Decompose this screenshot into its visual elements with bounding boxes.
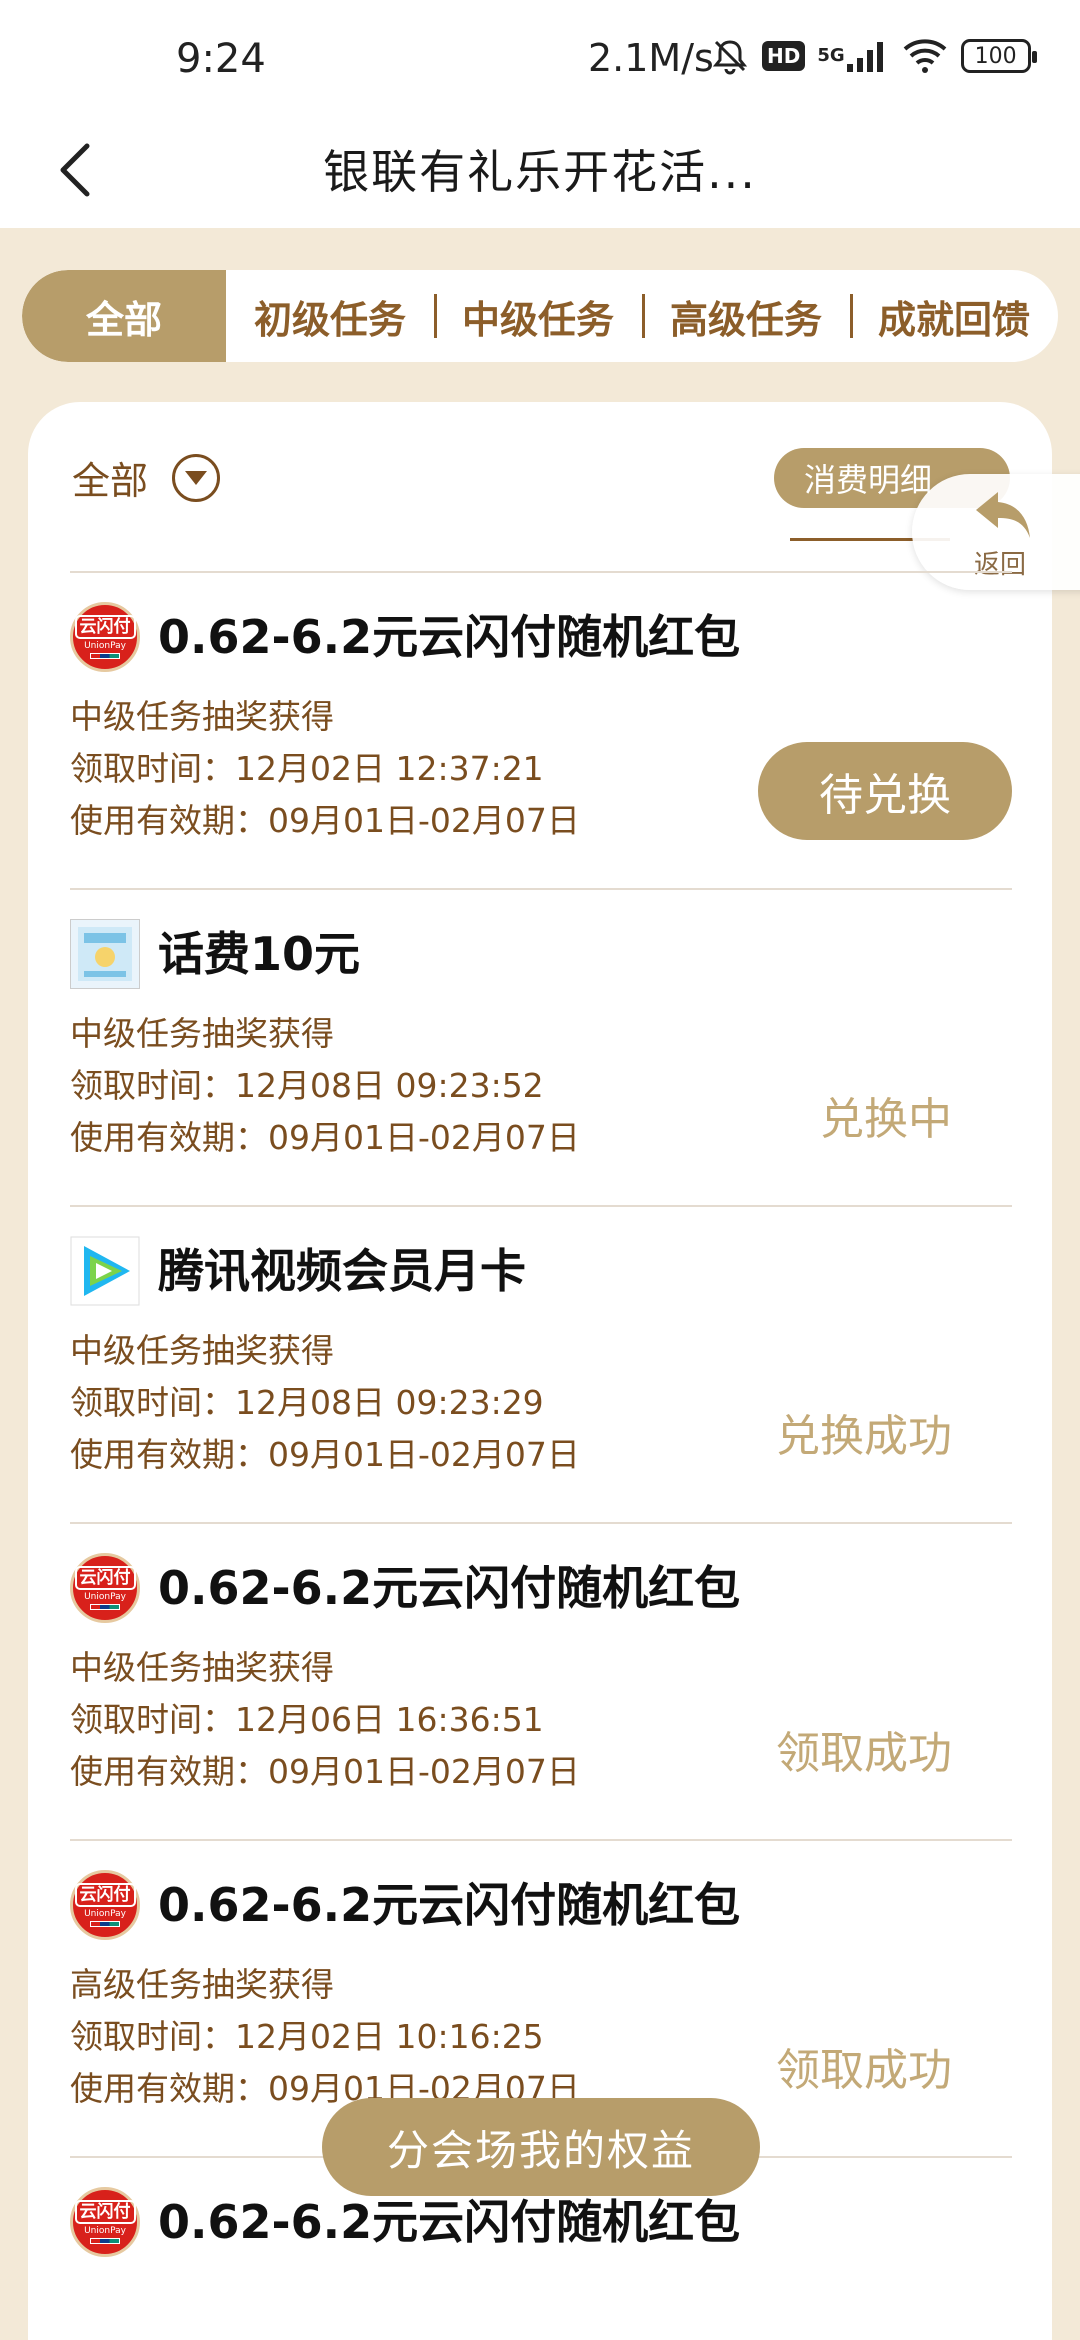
signal-type: 5G — [817, 45, 845, 66]
list-item[interactable]: 云闪付 UnionPay 0.62-6.2元云闪付随机红包 中级任务抽奖获得 领… — [70, 572, 1012, 888]
dropdown-arrow-icon — [172, 453, 221, 502]
filter-label: 全部 — [72, 459, 149, 503]
list-item[interactable]: 腾讯视频会员月卡 中级任务抽奖获得 领取时间：12月08日 09:23:29 使… — [70, 1206, 1012, 1522]
item-source: 中级任务抽奖获得 — [70, 1331, 334, 1370]
item-claim-time: 领取时间：12月08日 09:23:29 — [70, 1383, 544, 1422]
status-time: 9:24 — [176, 36, 266, 82]
item-status: 领取成功 — [776, 2045, 952, 2096]
unionpay-icon: 云闪付 UnionPay — [70, 2187, 140, 2257]
item-claim-time: 领取时间：12月06日 16:36:51 — [70, 1700, 544, 1739]
item-title: 0.62-6.2元云闪付随机红包 — [158, 610, 741, 664]
tencent-video-icon — [70, 1236, 140, 1306]
item-validity: 使用有效期：09月01日-02月07日 — [70, 1118, 580, 1157]
status-bar: 9:24 2.1M/s HD 5G 100 — [0, 0, 1080, 110]
item-title: 腾讯视频会员月卡 — [158, 1244, 526, 1298]
item-title: 0.62-6.2元云闪付随机红包 — [158, 1561, 741, 1615]
phone-credit-icon — [70, 919, 140, 989]
tab-achievement[interactable]: 成就回馈 — [850, 270, 1058, 362]
item-title: 0.62-6.2元云闪付随机红包 — [158, 1878, 741, 1932]
hd-icon: HD — [762, 41, 806, 71]
task-tabs: 全部 初级任务 中级任务 高级任务 成就回馈 — [22, 270, 1058, 362]
unionpay-icon: 云闪付 UnionPay — [70, 602, 140, 672]
item-status: 兑换中 — [820, 1094, 952, 1145]
item-source: 高级任务抽奖获得 — [70, 1965, 334, 2004]
tab-intermediate[interactable]: 中级任务 — [434, 270, 642, 362]
unionpay-icon: 云闪付 UnionPay — [70, 1553, 140, 1623]
list-item[interactable]: 话费10元 中级任务抽奖获得 领取时间：12月08日 09:23:52 使用有效… — [70, 889, 1012, 1205]
item-validity: 使用有效期：09月01日-02月07日 — [70, 1752, 580, 1791]
filter-dropdown[interactable]: 全部 — [72, 450, 221, 505]
return-arrow-icon — [976, 492, 1030, 538]
item-claim-time: 领取时间：12月02日 10:16:25 — [70, 2017, 544, 2056]
mute-bell-icon — [710, 34, 750, 78]
wifi-icon — [901, 34, 949, 78]
item-title: 0.62-6.2元云闪付随机红包 — [158, 2195, 741, 2249]
item-source: 中级任务抽奖获得 — [70, 1648, 334, 1687]
page-header: 银联有礼乐开花活... — [0, 110, 1080, 228]
item-title: 话费10元 — [158, 927, 361, 981]
tab-advanced[interactable]: 高级任务 — [642, 270, 850, 362]
tab-all[interactable]: 全部 — [22, 270, 226, 362]
page-title: 银联有礼乐开花活... — [323, 145, 757, 199]
unionpay-icon: 云闪付 UnionPay — [70, 1870, 140, 1940]
status-icons: HD 5G 100 — [710, 34, 1037, 78]
item-validity: 使用有效期：09月01日-02月07日 — [70, 801, 580, 840]
item-source: 中级任务抽奖获得 — [70, 1014, 334, 1053]
item-status: 兑换成功 — [776, 1411, 952, 1462]
signal-icon: 5G — [817, 34, 888, 78]
list-item[interactable]: 云闪付 UnionPay 0.62-6.2元云闪付随机红包 中级任务抽奖获得 领… — [70, 1523, 1012, 1839]
tab-beginner[interactable]: 初级任务 — [226, 270, 434, 362]
item-source: 中级任务抽奖获得 — [70, 697, 334, 736]
network-speed: 2.1M/s — [588, 36, 714, 80]
battery-indicator: 100 — [960, 39, 1037, 73]
my-benefits-button[interactable]: 分会场我的权益 — [322, 2098, 760, 2196]
item-claim-time: 领取时间：12月02日 12:37:21 — [70, 749, 544, 788]
item-status: 领取成功 — [776, 1728, 952, 1779]
item-claim-time: 领取时间：12月08日 09:23:52 — [70, 1066, 544, 1105]
redeem-button[interactable]: 待兑换 — [758, 742, 1012, 840]
item-validity: 使用有效期：09月01日-02月07日 — [70, 1435, 580, 1474]
